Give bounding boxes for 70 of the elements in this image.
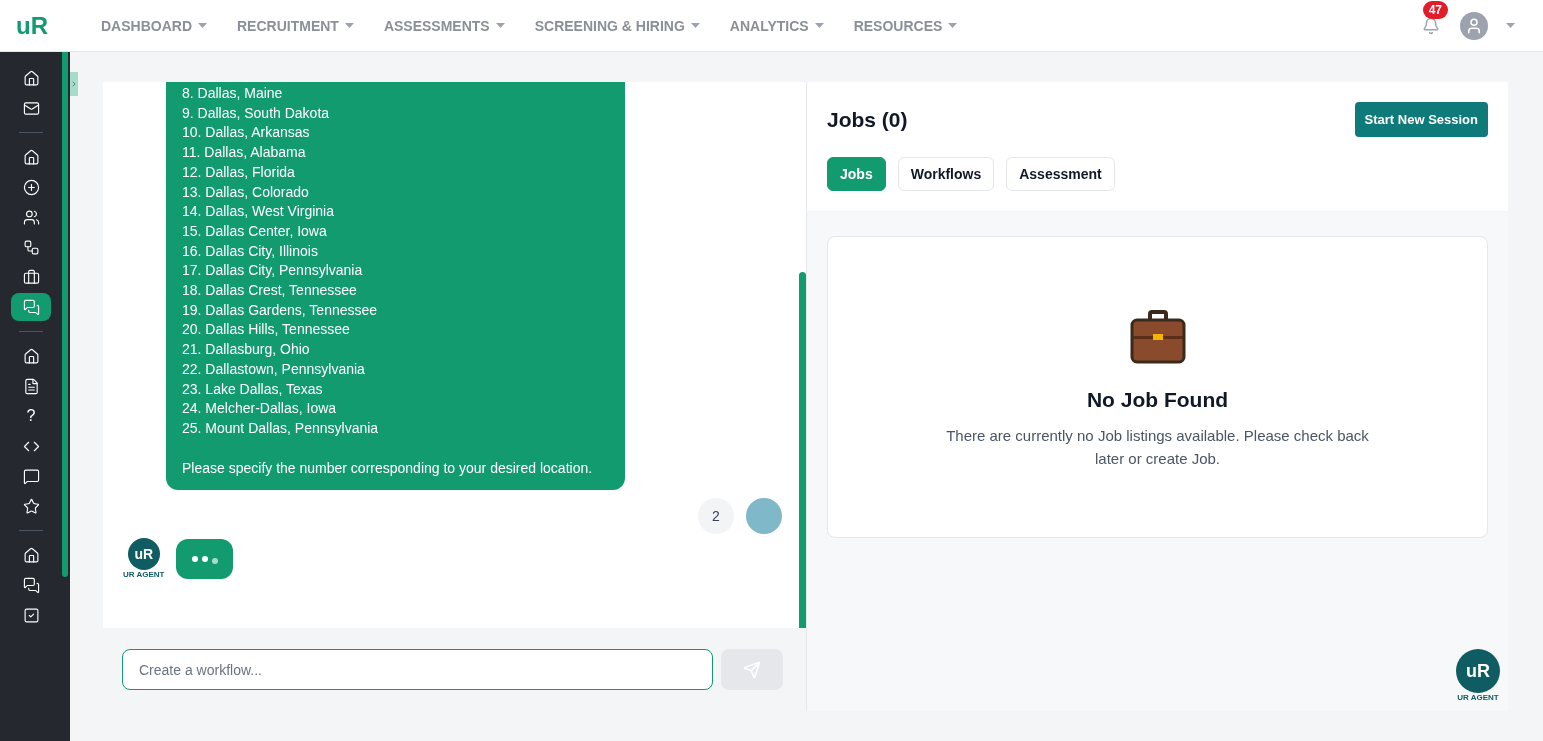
nav-menu[interactable]: RECRUITMENT: [237, 15, 354, 36]
home-icon: [22, 148, 40, 166]
caret-icon: [948, 23, 958, 28]
prompt-text: Please specify the number corresponding to your desired location.: [182, 458, 594, 478]
home-icon: [22, 347, 40, 365]
caret-icon: [198, 23, 207, 28]
document-icon: [22, 377, 40, 395]
nav-menu[interactable]: SCREENING & HIRING: [534, 15, 700, 36]
caret-icon: [344, 23, 354, 28]
location-option: 14. Dallas, West Virginia: [182, 202, 609, 222]
nav-menu[interactable]: DASHBOARD: [101, 15, 207, 36]
agent-button[interactable]: uR: [1456, 649, 1500, 693]
location-option: 10. Dallas, Arkansas: [182, 123, 609, 144]
empty-message: There are currently no Job listings available. Please check back later or create Job.: [945, 425, 1370, 469]
notification-badge: 47: [1422, 0, 1448, 19]
workflow-input[interactable]: Create a workflow...: [122, 649, 713, 690]
location-option: 17. Dallas City, Pennsylvania: [182, 261, 609, 282]
location-option: 18. Dallas Crest, Tennessee: [182, 281, 609, 301]
plus-circle-icon: [22, 178, 40, 196]
expand-toggle[interactable]: [70, 72, 78, 96]
location-option: 19. Dallas Gardens, Tennessee: [182, 300, 609, 321]
checkbox-icon: [22, 606, 40, 624]
tab[interactable]: Workflows: [897, 157, 995, 191]
users-icon: [22, 208, 40, 226]
agent-label: UR AGENT: [1457, 693, 1499, 703]
start-session-button[interactable]: Start New Session: [1354, 102, 1488, 137]
nav-menu[interactable]: ASSESSMENTS: [383, 15, 505, 36]
empty-title: No Job Found: [1086, 387, 1229, 413]
mail-icon: [22, 99, 40, 117]
bell-icon[interactable]: [1422, 16, 1440, 35]
location-option: 21. Dallasburg, Ohio: [182, 340, 609, 360]
location-option: 24. Melcher-Dallas, Iowa: [182, 399, 609, 419]
chat-bubbles-button[interactable]: [11, 293, 51, 321]
user-message: 2: [698, 497, 734, 534]
agent-logo: uR: [127, 537, 160, 570]
tab[interactable]: Assessment: [1006, 157, 1115, 191]
location-option: 15. Dallas Center, Iowa: [182, 221, 609, 242]
send-icon: [743, 660, 761, 679]
chat-bubbles-icon: [22, 576, 40, 594]
location-option: 13. Dallas, Colorado: [182, 182, 609, 203]
location-option: 11. Dallas, Alabama: [182, 143, 609, 163]
user-avatar: [746, 497, 782, 534]
home-icon: [22, 546, 40, 564]
help-button[interactable]: ?: [11, 402, 51, 430]
briefcase-icon: [1129, 310, 1186, 364]
agent-label: UR AGENT: [123, 569, 165, 580]
logo: uR: [16, 10, 49, 41]
location-option: 12. Dallas, Florida: [182, 162, 609, 183]
typing-indicator: [176, 538, 234, 579]
caret-icon: [690, 23, 700, 28]
location-option: 16. Dallas City, Illinois: [182, 241, 609, 262]
chat-bubbles-icon: [22, 298, 40, 316]
caret-icon: [814, 23, 824, 28]
location-option: 9. Dallas, South Dakota: [182, 103, 609, 124]
jobs-title: Jobs (0): [827, 106, 908, 133]
caret-icon: [1506, 23, 1515, 28]
nav-menu[interactable]: ANALYTICS: [729, 15, 824, 36]
briefcase-icon: [22, 268, 40, 286]
location-option: 22. Dallastown, Pennsylvania: [182, 359, 609, 380]
caret-icon: [495, 23, 505, 28]
location-option: 23. Lake Dallas, Texas: [182, 379, 609, 400]
chevron-right-icon: [70, 80, 78, 88]
flow-icon: [22, 238, 40, 256]
tab[interactable]: Jobs: [827, 157, 886, 191]
home-icon: [22, 69, 40, 87]
location-option: 8. Dallas, Maine: [182, 84, 609, 104]
location-option: 25. Mount Dallas, Pennsylvania: [182, 418, 609, 439]
location-option: 20. Dallas Hills, Tennessee: [182, 320, 609, 341]
nav-menu[interactable]: RESOURCES: [853, 15, 958, 36]
star-icon: [22, 497, 40, 515]
